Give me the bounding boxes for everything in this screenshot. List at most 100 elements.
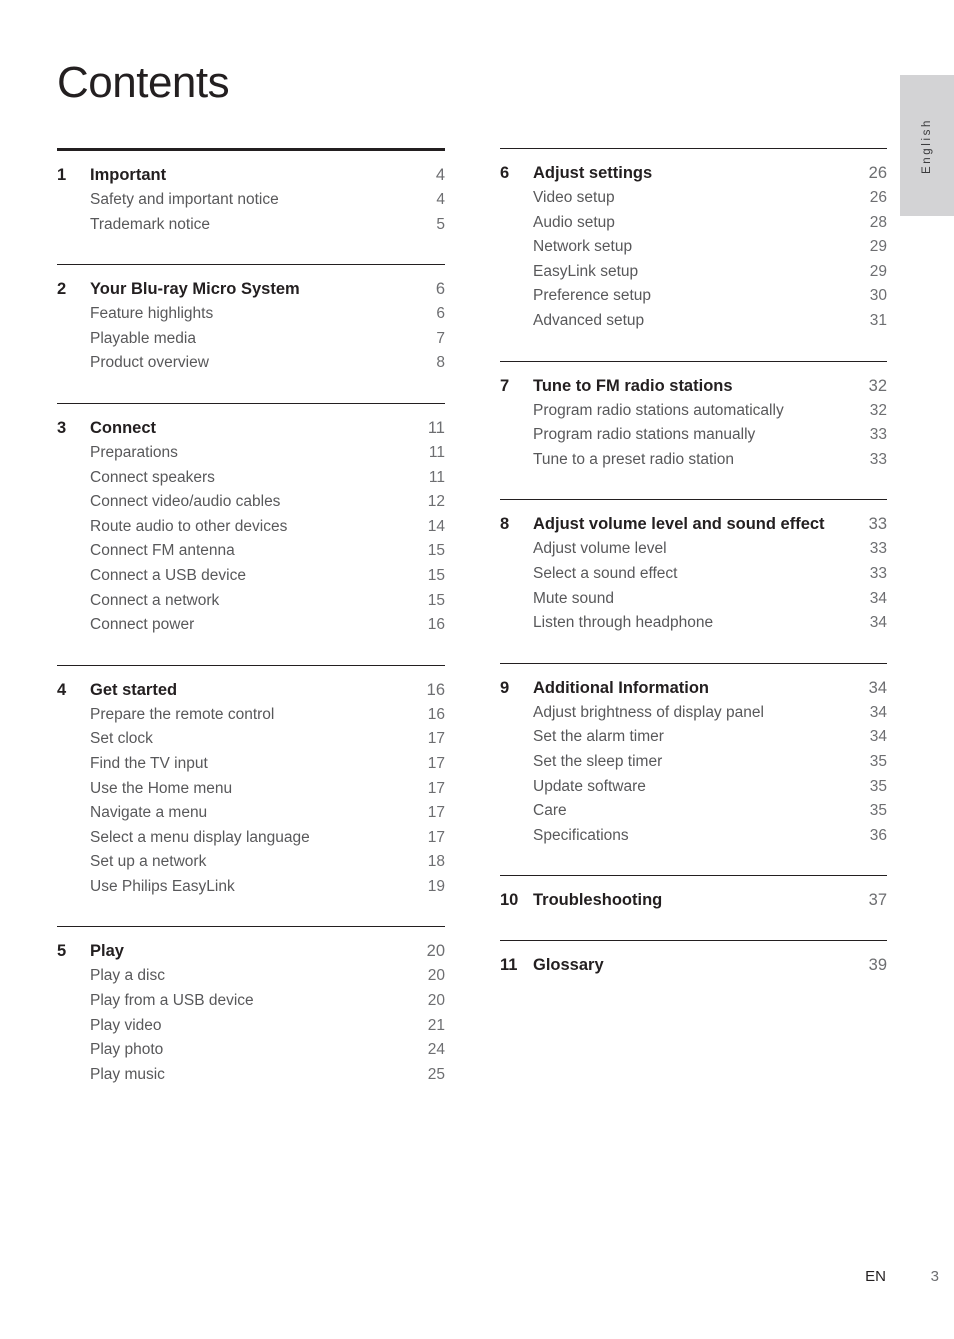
toc-section-heading[interactable]: 10 Troubleshooting 37 — [500, 888, 887, 913]
toc-section-heading[interactable]: 2 Your Blu-ray Micro System 6 — [57, 277, 445, 302]
toc-entry[interactable]: Specifications 36 — [500, 824, 887, 849]
toc-entry[interactable]: Feature highlights 6 — [57, 302, 445, 327]
toc-section: 8 Adjust volume level and sound effect 33 A… — [500, 499, 887, 635]
entry-page-number: 26 — [869, 189, 887, 206]
entry-page-number: 7 — [436, 329, 445, 347]
toc-entry[interactable]: Playable media 7 — [57, 327, 445, 352]
toc-entry[interactable]: Use the Home menu 17 — [57, 777, 445, 802]
entry-page-number: 33 — [869, 540, 887, 558]
toc-entry[interactable]: Play photo 24 — [57, 1038, 445, 1063]
toc-entry[interactable]: Connect video/audio cables 12 — [57, 490, 445, 515]
toc-entry[interactable]: Navigate a menu 17 — [57, 801, 445, 826]
toc-entry[interactable]: Set clock 17 — [57, 727, 445, 752]
entry-label: Prepare the remote control — [90, 705, 275, 723]
entry-label: Connect FM antenna — [90, 542, 235, 560]
entry-label: Play from a USB device — [90, 992, 254, 1010]
entry-page-number: 29 — [869, 238, 887, 256]
entry-page-number: 28 — [869, 213, 887, 231]
section-page-number: 37 — [868, 891, 887, 910]
section-title: Tune to FM radio stations — [533, 376, 733, 395]
section-title: Glossary — [533, 956, 604, 975]
toc-section: 1 Important 4 Safety and important notice 4 T… — [57, 148, 445, 237]
toc-entry[interactable]: Preparations 11 — [57, 441, 445, 466]
entry-page-number: 33 — [869, 450, 887, 468]
toc-entry[interactable]: Network setup 29 — [500, 235, 887, 260]
toc-section-heading[interactable]: 4 Get started 16 — [57, 678, 445, 703]
toc-entry[interactable]: Prepare the remote control 16 — [57, 703, 445, 728]
toc-entry[interactable]: Program radio stations automatically 32 — [500, 399, 887, 424]
toc-entry[interactable]: Set the alarm timer 34 — [500, 725, 887, 750]
toc-entry[interactable]: Route audio to other devices 14 — [57, 515, 445, 540]
entry-label: Advanced setup — [533, 311, 645, 329]
entry-page-number: 34 — [869, 728, 887, 746]
toc-entry[interactable]: Play video 21 — [57, 1014, 445, 1039]
section-title: Your Blu-ray Micro System — [90, 280, 300, 299]
entry-page-number: 29 — [869, 262, 887, 280]
toc-section-heading[interactable]: 1 Important 4 — [57, 163, 445, 188]
toc-entry[interactable]: Care 35 — [500, 799, 887, 824]
entry-label: Connect speakers — [90, 468, 215, 486]
section-page-number: 33 — [868, 515, 887, 534]
entry-label: Play video — [90, 1016, 162, 1034]
toc-entry[interactable]: Mute sound 34 — [500, 587, 887, 612]
toc-section-heading[interactable]: 6 Adjust settings 26 — [500, 161, 887, 186]
entry-label: Mute sound — [533, 589, 614, 607]
toc-entry[interactable]: Adjust brightness of display panel 34 — [500, 701, 887, 726]
entry-page-number: 15 — [427, 566, 445, 584]
toc-entry[interactable]: EasyLink setup 29 — [500, 260, 887, 285]
toc-entry[interactable]: Tune to a preset radio station 33 — [500, 448, 887, 473]
entry-page-number: 33 — [869, 426, 887, 444]
entry-page-number: 8 — [436, 354, 445, 372]
toc-entry[interactable]: Update software 35 — [500, 775, 887, 800]
toc-entry[interactable]: Connect FM antenna 15 — [57, 539, 445, 564]
toc-entry[interactable]: Program radio stations manually 33 — [500, 423, 887, 448]
toc-entry[interactable]: Product overview 8 — [57, 351, 445, 376]
toc-entry[interactable]: Play from a USB device 20 — [57, 989, 445, 1014]
toc-entry[interactable]: Advanced setup 31 — [500, 309, 887, 334]
toc-entry[interactable]: Preference setup 30 — [500, 284, 887, 309]
toc-section-heading[interactable]: 8 Adjust volume level and sound effect 33 — [500, 512, 887, 537]
toc-section-heading[interactable]: 5 Play 20 — [57, 939, 445, 964]
toc-entry[interactable]: Set the sleep timer 35 — [500, 750, 887, 775]
toc-entry[interactable]: Select a sound effect 33 — [500, 562, 887, 587]
toc-entry[interactable]: Listen through headphone 34 — [500, 611, 887, 636]
entry-label: Preparations — [90, 443, 178, 461]
entry-page-number: 34 — [869, 589, 887, 607]
footer-locale: EN — [865, 1268, 886, 1285]
entry-label: Use the Home menu — [90, 779, 233, 797]
toc-entry[interactable]: Adjust volume level 33 — [500, 537, 887, 562]
toc-entry[interactable]: Play music 25 — [57, 1063, 445, 1088]
toc-entry[interactable]: Trademark notice 5 — [57, 213, 445, 238]
toc-entry[interactable]: Set up a network 18 — [57, 850, 445, 875]
entry-page-number: 36 — [869, 826, 887, 844]
section-divider — [57, 402, 445, 404]
entry-label: Connect power — [90, 616, 195, 634]
toc-entry[interactable]: Connect a network 15 — [57, 589, 445, 614]
section-page-number: 11 — [427, 418, 445, 437]
entry-page-number: 15 — [427, 591, 445, 609]
section-number: 11 — [500, 956, 518, 975]
entry-label: Set the alarm timer — [533, 728, 664, 746]
entry-label: Play music — [90, 1065, 165, 1083]
toc-entry[interactable]: Find the TV input 17 — [57, 752, 445, 777]
toc-entry[interactable]: Safety and important notice 4 — [57, 188, 445, 213]
toc-entry[interactable]: Play a disc 20 — [57, 964, 445, 989]
toc-section-heading[interactable]: 9 Additional Information 34 — [500, 676, 887, 701]
toc-entry[interactable]: Select a menu display language 17 — [57, 826, 445, 851]
section-number: 1 — [57, 166, 67, 184]
section-page-number: 32 — [868, 376, 887, 395]
entry-label: Set up a network — [90, 853, 207, 871]
toc-entry[interactable]: Connect a USB device 15 — [57, 564, 445, 589]
toc-section-heading[interactable]: 7 Tune to FM radio stations 32 — [500, 374, 887, 399]
toc-entry[interactable]: Video setup 26 — [500, 186, 887, 211]
section-page-number: 34 — [868, 678, 887, 697]
toc-section-heading[interactable]: 11 Glossary 39 — [500, 953, 887, 978]
entry-label: Set clock — [90, 730, 153, 748]
entry-page-number: 20 — [427, 967, 445, 985]
toc-entry[interactable]: Connect power 16 — [57, 613, 445, 638]
toc-entry[interactable]: Connect speakers 11 — [57, 466, 445, 491]
entry-page-number: 24 — [427, 1041, 445, 1059]
toc-entry[interactable]: Audio setup 28 — [500, 211, 887, 236]
toc-section-heading[interactable]: 3 Connect 11 — [57, 416, 445, 441]
toc-entry[interactable]: Use Philips EasyLink 19 — [57, 875, 445, 900]
